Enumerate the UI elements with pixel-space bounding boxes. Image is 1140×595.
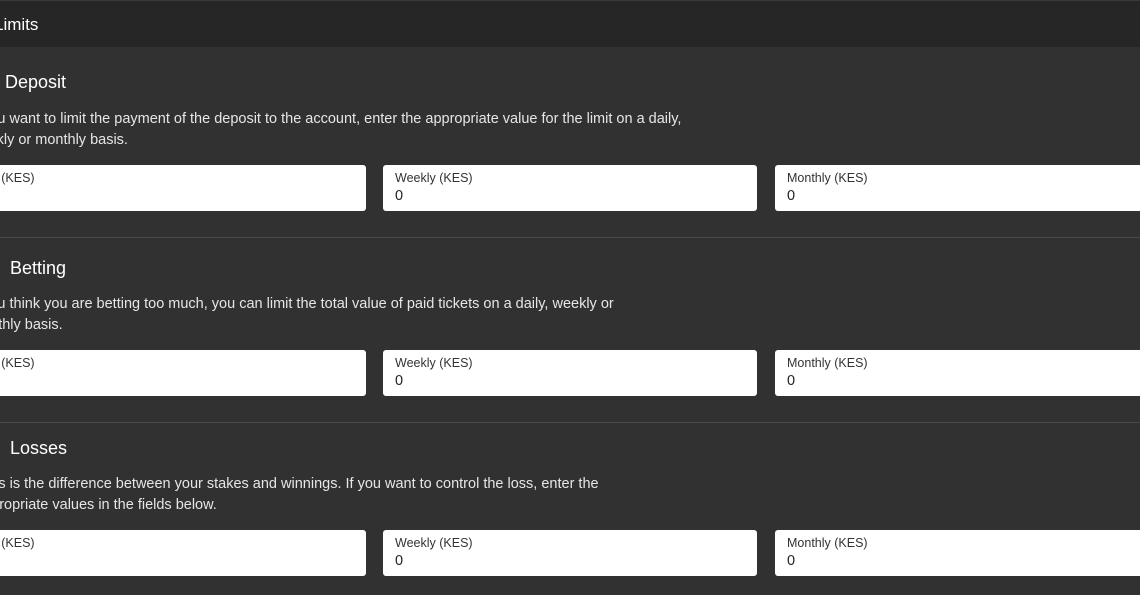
field-label: Daily (KES) (0, 171, 35, 185)
betting-section-title: Betting (10, 258, 67, 278)
field-label: Weekly (KES) (395, 356, 473, 370)
losses-weekly-field[interactable]: Weekly (KES) 0 (383, 530, 757, 576)
field-value: 0 (395, 553, 404, 569)
field-value: 0 (395, 188, 404, 204)
deposit-section-description: If you want to limit the payment of the … (0, 111, 682, 148)
field-value: 0 (395, 373, 404, 389)
losses-section-title: Losses (10, 438, 68, 458)
field-label: Monthly (KES) (787, 356, 868, 370)
betting-section-description: If you think you are betting too much, y… (0, 296, 614, 333)
deposit-daily-field[interactable]: Daily (KES) (0, 165, 366, 211)
field-value: 0 (787, 553, 796, 569)
section-divider (0, 422, 1140, 423)
losses-monthly-field[interactable]: Monthly (KES) 0 (775, 530, 1140, 576)
deposit-section-title: Deposit (5, 72, 67, 92)
betting-daily-field[interactable]: Daily (KES) (0, 350, 366, 396)
section-divider (0, 237, 1140, 238)
losses-section-description: Loss is the difference between your stak… (0, 476, 599, 513)
field-label: Monthly (KES) (787, 536, 868, 550)
field-label: Weekly (KES) (395, 536, 473, 550)
header-bar: Limits (0, 0, 1140, 47)
betting-weekly-field[interactable]: Weekly (KES) 0 (383, 350, 757, 396)
field-value: 0 (787, 373, 796, 389)
betting-monthly-field[interactable]: Monthly (KES) 0 (775, 350, 1140, 396)
field-label: Monthly (KES) (787, 171, 868, 185)
field-label: Weekly (KES) (395, 171, 473, 185)
losses-daily-field[interactable]: Daily (KES) (0, 530, 366, 576)
deposit-monthly-field[interactable]: Monthly (KES) 0 (775, 165, 1140, 211)
field-value: 0 (787, 188, 796, 204)
field-label: Daily (KES) (0, 536, 35, 550)
field-label: Daily (KES) (0, 356, 35, 370)
deposit-weekly-field[interactable]: Weekly (KES) 0 (383, 165, 757, 211)
page-title: Limits (0, 15, 39, 34)
